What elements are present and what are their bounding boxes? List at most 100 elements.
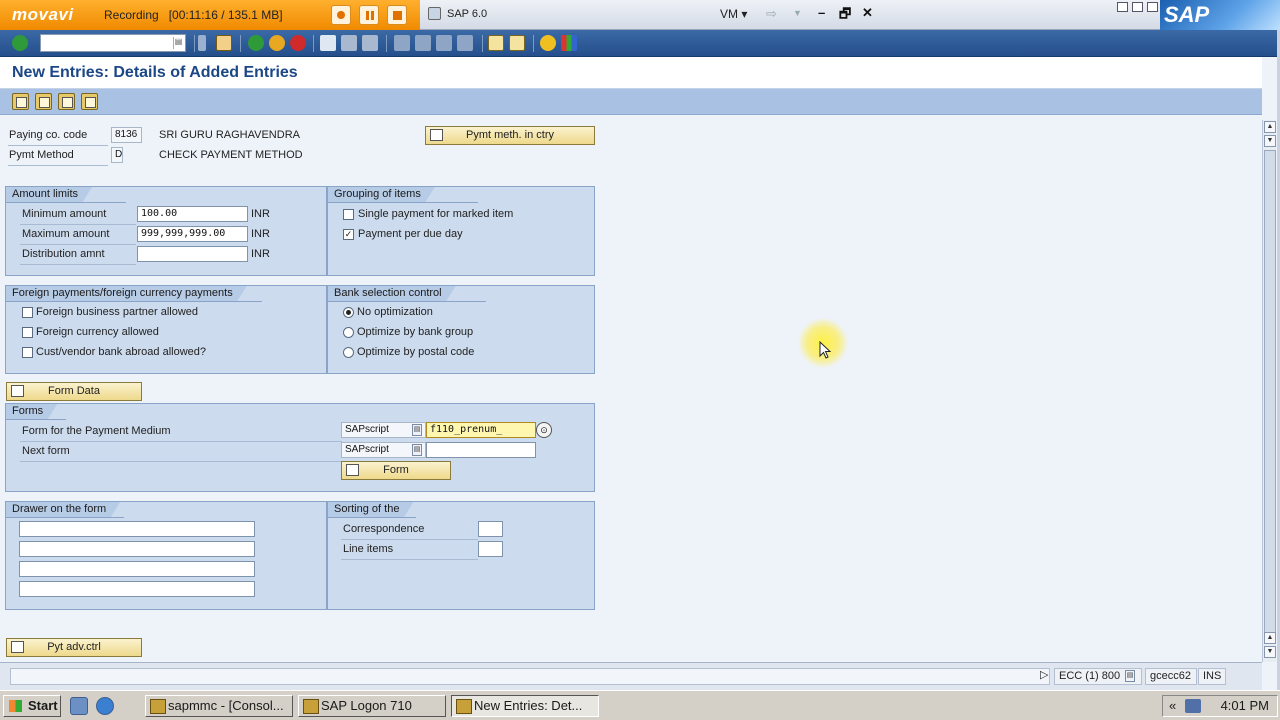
search-help-icon[interactable]: ⊙ bbox=[536, 422, 552, 438]
page-up-icon[interactable]: ▼ bbox=[1264, 135, 1276, 147]
group-title-line bbox=[6, 419, 66, 420]
change-icon[interactable] bbox=[12, 93, 29, 110]
line-items-field[interactable] bbox=[478, 541, 503, 557]
back-icon[interactable] bbox=[248, 35, 264, 51]
foreign-currency-checkbox[interactable] bbox=[22, 327, 33, 338]
record-icon[interactable] bbox=[331, 5, 351, 25]
find-icon[interactable] bbox=[341, 35, 357, 51]
pymt-meth-in-ctry-button[interactable]: Pymt meth. in ctry bbox=[425, 126, 595, 145]
show-desktop-icon[interactable] bbox=[70, 697, 88, 715]
status-expand-icon[interactable]: ▷ bbox=[1036, 668, 1054, 685]
restore-icon[interactable]: 🗗 bbox=[839, 5, 851, 27]
bank-abroad-label: Cust/vendor bank abroad allowed? bbox=[36, 346, 207, 358]
command-dropdown-icon[interactable]: ▤ bbox=[173, 37, 183, 49]
pymt-method-field[interactable]: D bbox=[111, 147, 123, 163]
sap-minimize-icon[interactable] bbox=[1117, 2, 1128, 12]
sap-restore-icon[interactable] bbox=[1132, 2, 1143, 12]
last-page-icon[interactable] bbox=[457, 35, 473, 51]
sap-window-icon bbox=[428, 7, 441, 20]
window-title-text: SAP 6.0 bbox=[447, 7, 488, 20]
form-button[interactable]: Form bbox=[341, 461, 451, 480]
minimize-icon[interactable]: – bbox=[818, 5, 825, 20]
insert-mode: INS bbox=[1198, 668, 1226, 685]
label-underline bbox=[341, 539, 478, 540]
distribution-amount-field[interactable] bbox=[137, 246, 248, 262]
close-icon[interactable]: ✕ bbox=[862, 5, 873, 21]
first-page-icon[interactable] bbox=[394, 35, 410, 51]
save-icon[interactable] bbox=[216, 35, 232, 51]
next-page-icon[interactable] bbox=[436, 35, 452, 51]
find-next-icon[interactable] bbox=[362, 35, 378, 51]
payment-medium-type-dropdown-icon[interactable]: ▤ bbox=[412, 424, 422, 436]
drawer-line-3-field[interactable] bbox=[19, 561, 255, 577]
payment-medium-form-field[interactable]: f110_prenum_ bbox=[426, 422, 536, 438]
drawer-line-2-field[interactable] bbox=[19, 541, 255, 557]
label-underline bbox=[8, 145, 108, 146]
vertical-scrollbar[interactable]: ▲ ▼ ▲ ▼ bbox=[1262, 120, 1276, 662]
vm-menu[interactable]: VM ▾ bbox=[720, 7, 747, 21]
optimize-postal-code-radio[interactable] bbox=[343, 347, 354, 358]
next-form-field[interactable] bbox=[426, 442, 536, 458]
new-session-icon[interactable] bbox=[488, 35, 504, 51]
tray-expand-icon[interactable]: « bbox=[1169, 696, 1176, 716]
single-payment-checkbox[interactable] bbox=[343, 209, 354, 220]
previous-page-icon[interactable] bbox=[415, 35, 431, 51]
command-field[interactable]: ▤ bbox=[40, 34, 186, 52]
shortcut-icon[interactable] bbox=[509, 35, 525, 51]
select-all-icon[interactable] bbox=[35, 93, 52, 110]
bank-selection-group: Bank selection control No optimization O… bbox=[327, 285, 595, 374]
form-data-button[interactable]: Form Data bbox=[6, 382, 142, 401]
server-info: gcecc62 bbox=[1145, 668, 1197, 685]
toolbar-separator bbox=[386, 35, 387, 52]
cancel-icon[interactable] bbox=[290, 35, 306, 51]
sap-close-icon[interactable] bbox=[1147, 2, 1158, 12]
help-icon[interactable] bbox=[540, 35, 556, 51]
forward-icon[interactable]: ⇨ bbox=[766, 6, 777, 22]
status-message-area bbox=[10, 668, 1050, 685]
delete-icon[interactable] bbox=[81, 93, 98, 110]
scroll-up-icon[interactable]: ▲ bbox=[1264, 121, 1276, 133]
minimum-amount-field[interactable]: 100.00 bbox=[137, 206, 248, 222]
copy-icon[interactable] bbox=[58, 93, 75, 110]
scroll-down-icon[interactable]: ▼ bbox=[1264, 646, 1276, 658]
recorder-bar: movavi Recording [00:11:16 / 135.1 MB] bbox=[0, 0, 420, 30]
maximum-amount-field[interactable]: 999,999,999.00 bbox=[137, 226, 248, 242]
exit-icon[interactable] bbox=[269, 35, 285, 51]
toolbar-separator bbox=[533, 35, 534, 52]
page-down-icon[interactable]: ▲ bbox=[1264, 632, 1276, 644]
correspondence-field[interactable] bbox=[478, 521, 503, 537]
enter-icon[interactable] bbox=[12, 35, 28, 51]
print-icon[interactable] bbox=[320, 35, 336, 51]
bank-abroad-checkbox[interactable] bbox=[22, 347, 33, 358]
scrollbar-thumb[interactable] bbox=[1264, 150, 1276, 636]
forward-dropdown-icon[interactable]: ▼ bbox=[793, 8, 802, 18]
pyt-adv-ctrl-button[interactable]: Pyt adv.ctrl bbox=[6, 638, 142, 657]
start-button[interactable]: Start bbox=[3, 695, 61, 717]
amount-limits-group: Amount limits Minimum amount 100.00 INR … bbox=[5, 186, 327, 276]
taskbar-item-sap-logon[interactable]: SAP Logon 710 bbox=[298, 695, 446, 717]
drawer-group: Drawer on the form bbox=[5, 501, 327, 610]
standard-toolbar: ▤ bbox=[0, 30, 1280, 57]
drawer-line-4-field[interactable] bbox=[19, 581, 255, 597]
taskbar-item-label: New Entries: Det... bbox=[474, 698, 583, 713]
toolbar-separator bbox=[240, 35, 241, 52]
foreign-partner-checkbox[interactable] bbox=[22, 307, 33, 318]
status-bar: ▷ ECC (1) 800 ▤ gcecc62 INS bbox=[0, 662, 1262, 690]
payment-per-due-day-checkbox[interactable]: ✓ bbox=[343, 229, 354, 240]
drawer-line-1-field[interactable] bbox=[19, 521, 255, 537]
pymt-method-desc: CHECK PAYMENT METHOD bbox=[159, 149, 303, 161]
paying-co-code-field[interactable]: 8136 bbox=[111, 127, 142, 143]
customize-layout-icon[interactable] bbox=[561, 35, 577, 51]
no-optimization-radio[interactable] bbox=[343, 307, 354, 318]
taskbar-item-sapmmc[interactable]: sapmmc - [Consol... bbox=[145, 695, 293, 717]
pause-icon[interactable] bbox=[359, 5, 379, 25]
start-label: Start bbox=[28, 698, 58, 713]
optimize-bank-group-radio[interactable] bbox=[343, 327, 354, 338]
internet-explorer-icon[interactable] bbox=[96, 697, 114, 715]
system-info-dropdown-icon[interactable]: ▤ bbox=[1125, 670, 1135, 682]
taskbar-item-new-entries[interactable]: New Entries: Det... bbox=[451, 695, 599, 717]
label-underline bbox=[20, 461, 342, 462]
network-icon[interactable] bbox=[1185, 699, 1201, 713]
stop-icon[interactable] bbox=[387, 5, 407, 25]
next-form-type-dropdown-icon[interactable]: ▤ bbox=[412, 444, 422, 456]
